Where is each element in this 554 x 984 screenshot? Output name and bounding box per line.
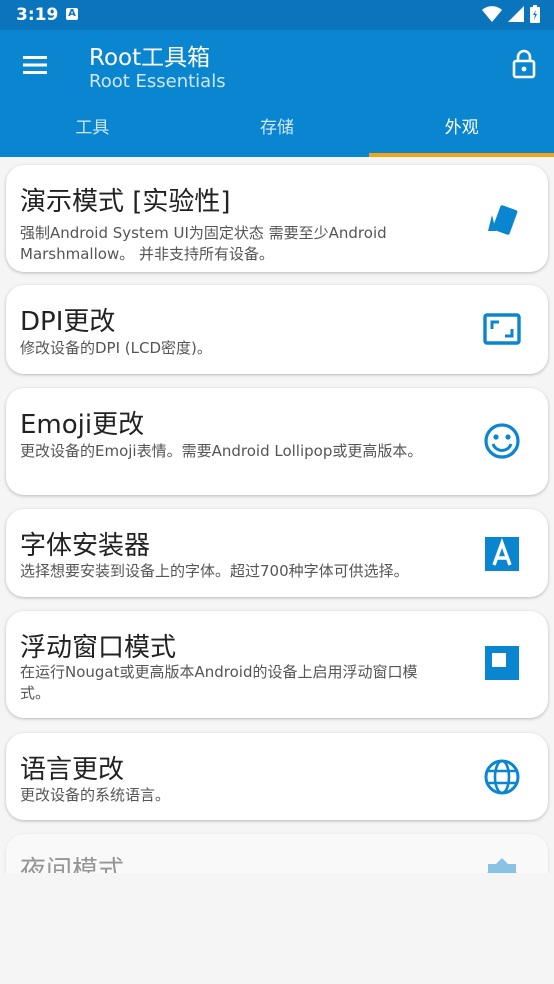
card-title: Emoji更改 [20,410,145,440]
card-desc: 在运行Nougat或更高版本Android的设备上启用浮动窗口模式。 [20,663,418,702]
lock-icon[interactable] [510,49,538,79]
card-desc: 强制Android System UI为固定状态 需要至少Android Mar… [20,224,387,263]
tab-tools[interactable]: 工具 [0,112,185,157]
tab-storage[interactable]: 存储 [185,112,370,157]
card-font-installer[interactable]: 字体安装器 选择想要安装到设备上的字体。超过700种字体可供选择。 [6,509,548,597]
status-time: 3:19 [16,5,59,25]
notification-badge: A [66,8,78,20]
globe-icon [484,759,520,795]
font-icon [485,537,519,571]
feature-list[interactable]: 演示模式 [实验性] 强制Android System UI为固定状态 需要至少… [0,157,554,873]
menu-icon[interactable] [20,50,50,80]
tab-bar: 工具 存储 外观 [0,112,554,157]
card-language[interactable]: 语言更改 更改设备的系统语言。 [6,733,548,820]
wifi-icon [482,6,502,22]
status-icons [482,5,540,23]
aspect-ratio-icon [483,313,521,345]
card-demo-mode[interactable]: 演示模式 [实验性] 强制Android System UI为固定状态 需要至少… [6,165,548,272]
card-desc: 更改设备的系统语言。 [20,786,171,804]
floating-window-icon [485,646,519,680]
signal-icon [508,6,524,22]
app-bar: Root工具箱 Root Essentials 工具 存储 外观 [0,30,554,157]
card-title: DPI更改 [20,307,116,337]
card-night-mode[interactable]: 夜间模式 [6,834,548,873]
card-floating-window[interactable]: 浮动窗口模式 在运行Nougat或更高版本Android的设备上启用浮动窗口模式… [6,611,548,718]
smiley-icon [484,423,520,459]
tab-appearance[interactable]: 外观 [369,112,554,157]
card-title: 字体安装器 [20,531,151,561]
card-title: 演示模式 [实验性] [20,187,231,217]
card-title: 语言更改 [20,755,125,785]
card-desc: 修改设备的DPI (LCD密度)。 [20,339,212,357]
battery-icon [530,5,540,23]
card-desc: 选择想要安装到设备上的字体。超过700种字体可供选择。 [20,562,409,580]
app-title: Root工具箱 [89,45,211,71]
status-bar: 3:19 A [0,0,554,30]
card-desc: 更改设备的Emoji表情。需要Android Lollipop或更高版本。 [20,442,423,460]
app-subtitle: Root Essentials [89,71,226,92]
card-dpi[interactable]: DPI更改 修改设备的DPI (LCD密度)。 [6,285,548,374]
night-mode-icon [487,858,517,873]
card-title: 浮动窗口模式 [20,633,177,663]
card-emoji[interactable]: Emoji更改 更改设备的Emoji表情。需要Android Lollipop或… [6,388,548,495]
cards-icon [488,205,518,235]
card-title: 夜间模式 [20,856,125,873]
